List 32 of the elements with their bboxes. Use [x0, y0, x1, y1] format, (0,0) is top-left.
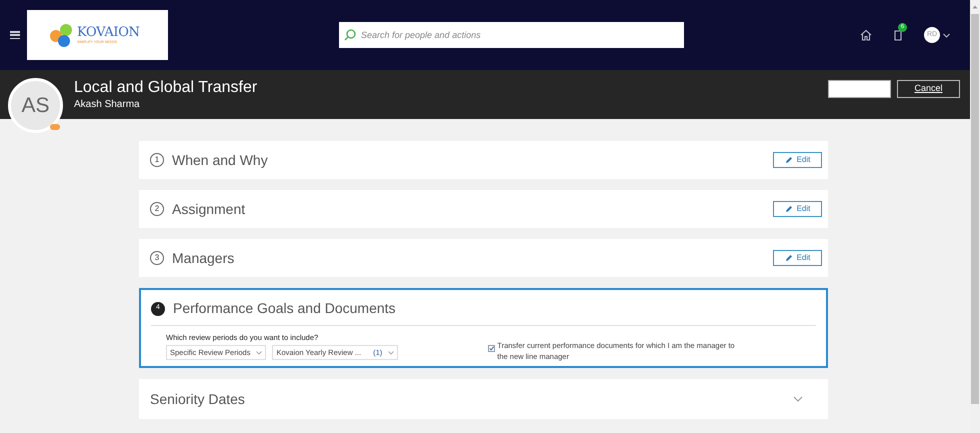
pencil-icon	[784, 205, 793, 213]
step-number: 2	[150, 202, 164, 216]
chevron-down-icon[interactable]	[943, 32, 950, 38]
collapsed-section[interactable]: Seniority Dates	[139, 379, 828, 419]
page-title: Local and Global Transfer	[74, 78, 258, 98]
home-icon[interactable]	[860, 29, 872, 41]
avatar: AS	[8, 78, 63, 133]
logo-icon	[49, 22, 75, 48]
pencil-icon	[784, 254, 793, 262]
search-icon	[344, 29, 356, 41]
step-title: Performance Goals and Documents	[173, 299, 396, 318]
chevron-down-icon	[388, 350, 394, 355]
search-field[interactable]: Search for people and actions	[339, 22, 684, 48]
edit-button[interactable]: Edit	[773, 201, 822, 217]
step-title: Managers	[172, 248, 236, 268]
logo-name: KOVAION	[77, 26, 140, 40]
step-number: 3	[150, 251, 164, 265]
step-number: 1	[150, 153, 164, 167]
transfer-checkbox[interactable]	[488, 345, 496, 352]
step-title: Assignment	[172, 200, 246, 219]
status-badge	[50, 124, 60, 130]
employee-name: Akash Sharma	[74, 98, 141, 112]
edit-button[interactable]: Edit	[773, 152, 822, 168]
step-title: When and Why	[172, 150, 269, 170]
section-title: Seniority Dates	[150, 390, 246, 409]
cancel-button[interactable]: Cancel	[897, 80, 960, 98]
pencil-icon	[784, 156, 793, 164]
chevron-down-icon	[793, 396, 803, 402]
chevron-down-icon	[256, 350, 262, 355]
menu-icon[interactable]	[10, 31, 20, 39]
edit-button[interactable]: Edit	[773, 250, 822, 266]
notifications-icon[interactable]	[892, 28, 904, 42]
